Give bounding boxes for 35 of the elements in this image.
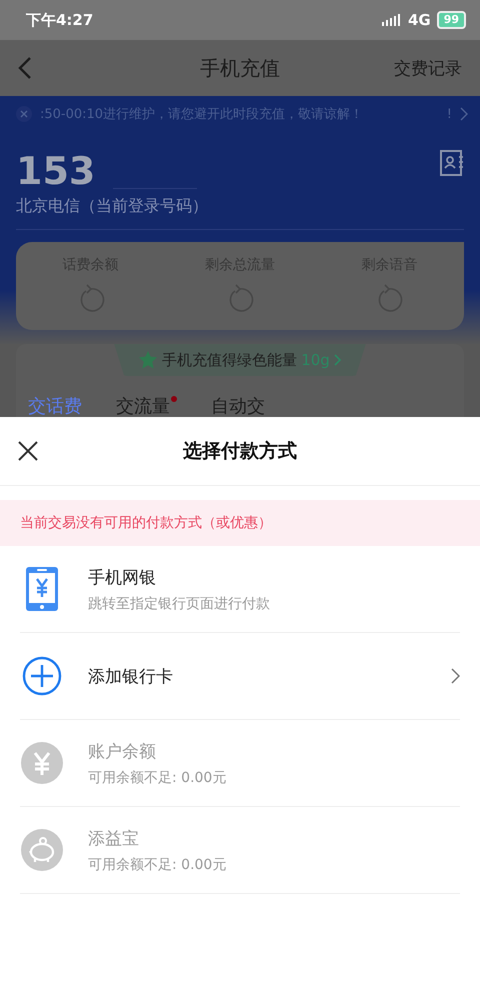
carrier-label: 北京电信（当前登录号码） bbox=[15, 195, 209, 217]
tab[interactable]: 交话费 bbox=[28, 394, 82, 417]
warning-banner: 当前交易没有可用的付款方式（或优惠） bbox=[0, 500, 480, 546]
phone-yuan-icon bbox=[26, 567, 58, 611]
method-title: 账户余额 bbox=[88, 740, 157, 762]
yuan-circle-icon bbox=[21, 742, 63, 784]
chevron-right-icon[interactable] bbox=[460, 107, 468, 121]
network-label: 4G bbox=[408, 11, 431, 29]
payment-method-row[interactable]: 添加银行卡 bbox=[20, 633, 460, 720]
tab[interactable]: 自动交 bbox=[211, 394, 265, 417]
sheet-title: 选择付款方式 bbox=[183, 440, 297, 462]
status-time: 下午4:27 bbox=[26, 10, 94, 30]
method-title: 手机网银 bbox=[88, 566, 157, 588]
phone-number: 153 bbox=[16, 150, 96, 192]
close-icon[interactable] bbox=[18, 441, 38, 461]
battery-icon: 99 bbox=[436, 11, 466, 29]
piggy-bank-icon bbox=[21, 829, 63, 871]
signal-icon bbox=[382, 14, 400, 26]
chevron-right-icon bbox=[451, 668, 460, 684]
plus-circle-icon bbox=[22, 656, 62, 696]
star-icon bbox=[138, 350, 158, 370]
method-title: 添加银行卡 bbox=[88, 666, 174, 688]
banner-text: 手机充值得绿色能量 bbox=[162, 350, 298, 370]
chevron-right-icon bbox=[334, 354, 342, 366]
method-title: 添益宝 bbox=[88, 828, 140, 850]
method-subtitle: 可用余额不足: 0.00元 bbox=[88, 768, 228, 786]
method-subtitle: 跳转至指定银行页面进行付款 bbox=[88, 594, 271, 612]
back-icon[interactable] bbox=[18, 56, 32, 80]
notice-text: ! bbox=[446, 106, 452, 122]
maintenance-notice: :50-00:10进行维护，请您避开此时段充值，敬请谅解！ bbox=[40, 106, 364, 123]
payment-method-row[interactable]: 手机网银 跳转至指定银行页面进行付款 bbox=[20, 546, 460, 633]
page-title: 手机充值 bbox=[200, 54, 280, 82]
method-subtitle: 可用余额不足: 0.00元 bbox=[88, 856, 228, 874]
records-link[interactable]: 交费记录 bbox=[394, 56, 462, 80]
contacts-icon[interactable] bbox=[440, 150, 464, 176]
